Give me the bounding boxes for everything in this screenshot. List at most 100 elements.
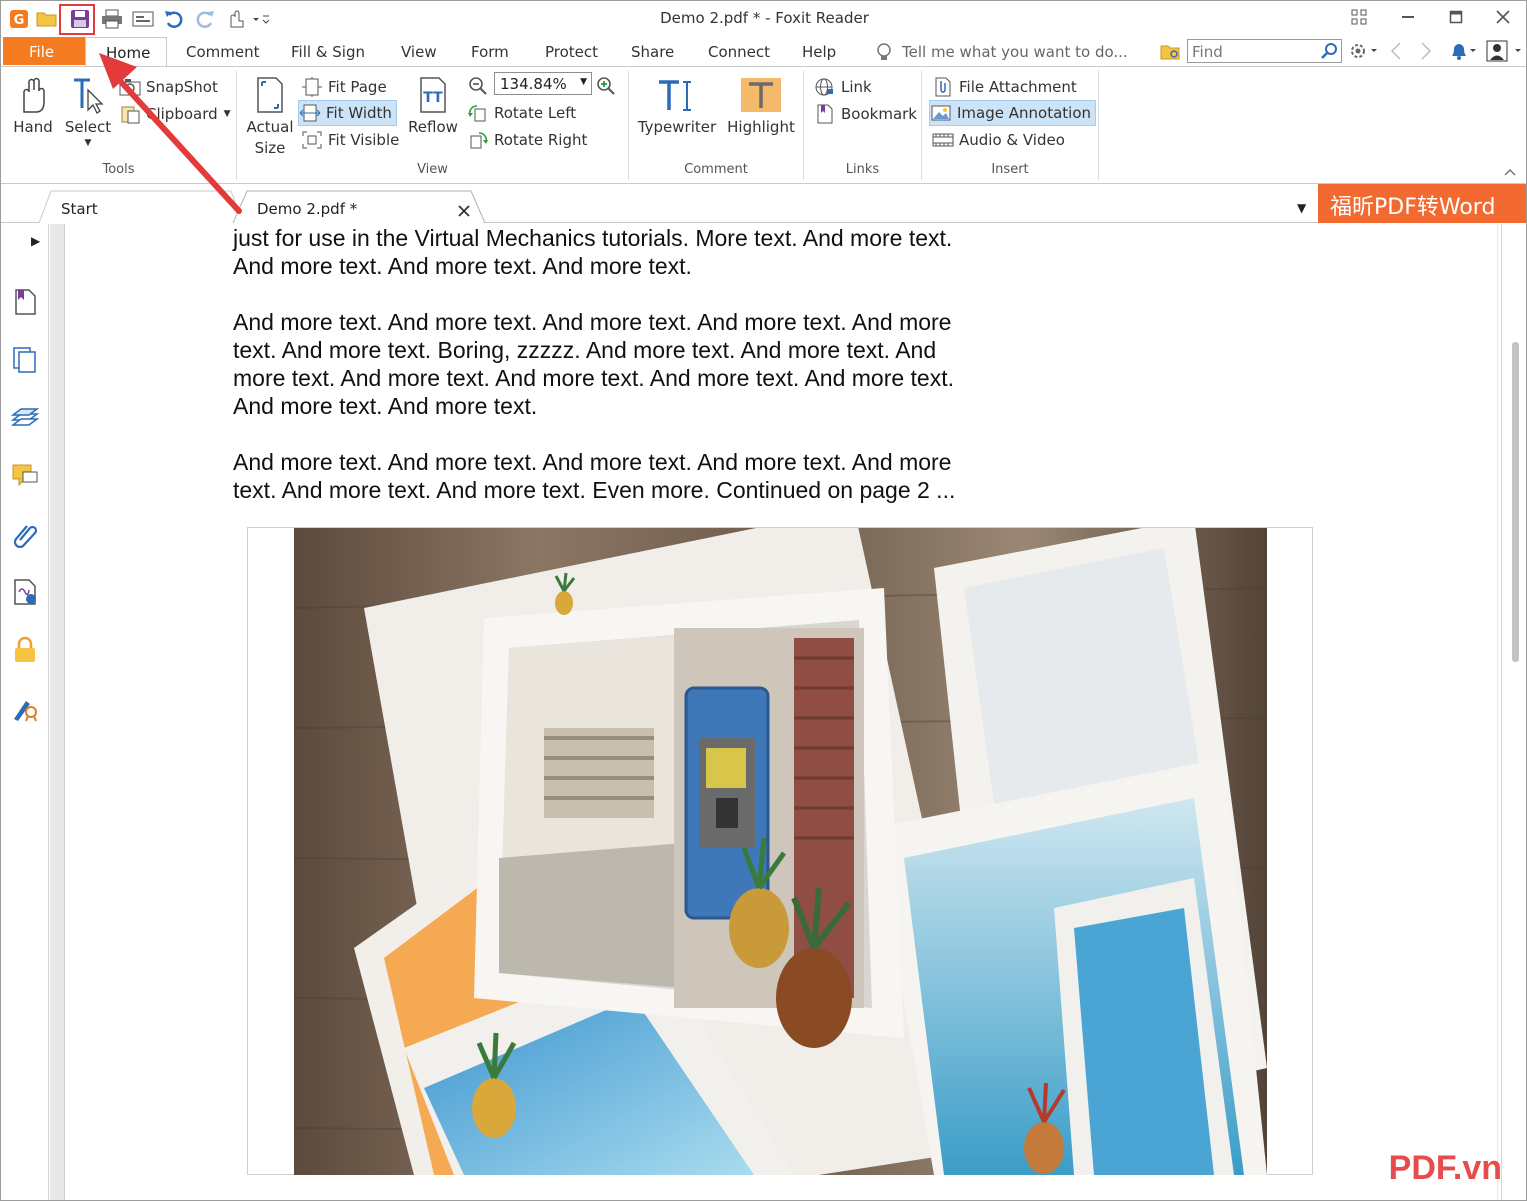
snapshot-label: SnapShot: [146, 78, 218, 96]
image-annotation-label: Image Annotation: [957, 104, 1092, 122]
paragraph-2: And more text. And more text. And more t…: [233, 309, 955, 419]
hand-icon: [23, 77, 45, 113]
reflow-label: Reflow: [408, 118, 458, 136]
fit-page-label: Fit Page: [328, 78, 387, 96]
clipboard-button[interactable]: Clipboard ▼: [119, 102, 235, 126]
user-icon[interactable]: [1486, 40, 1524, 66]
file-tab[interactable]: File: [3, 37, 85, 65]
maximize-icon[interactable]: [1445, 7, 1467, 27]
reflow-button[interactable]: TT Reflow: [405, 76, 461, 138]
close-icon[interactable]: [1492, 7, 1514, 27]
tab-home[interactable]: Home: [85, 37, 167, 67]
actual-size-button[interactable]: Actual Size: [243, 76, 297, 159]
typewriter-button[interactable]: Typewriter: [637, 76, 717, 138]
clipboard-icon: [121, 106, 140, 124]
zoom-out-icon[interactable]: [467, 75, 489, 101]
typewriter-icon: [659, 80, 691, 111]
search-icon[interactable]: [1319, 41, 1339, 65]
next-arrow-icon[interactable]: [1419, 41, 1433, 65]
image-icon: [931, 105, 951, 121]
fit-visible-button[interactable]: Fit Visible: [301, 128, 403, 152]
tab-help[interactable]: Help: [802, 43, 836, 61]
tab-comment[interactable]: Comment: [186, 43, 260, 61]
find-input[interactable]: Find: [1192, 43, 1223, 61]
tools-group-label: Tools: [102, 162, 135, 177]
hand-button[interactable]: Hand: [9, 76, 57, 138]
select-text-icon: [74, 78, 104, 114]
snapshot-button[interactable]: SnapShot: [119, 75, 222, 99]
insert-group-label: Insert: [991, 162, 1029, 177]
pages-icon[interactable]: [11, 346, 39, 374]
svg-text:TT: TT: [423, 90, 443, 106]
rotate-left-button[interactable]: Rotate Left: [467, 101, 580, 125]
tab-document[interactable]: Demo 2.pdf *: [257, 200, 357, 218]
attachment-icon: [935, 77, 951, 97]
fit-visible-icon: [302, 131, 322, 149]
link-button[interactable]: Link: [814, 75, 876, 99]
zoom-in-icon[interactable]: [595, 75, 617, 101]
fit-page-icon: [302, 77, 322, 97]
image-annotation-button[interactable]: Image Annotation: [928, 100, 1097, 126]
document-tab-bar: Start Demo 2.pdf * ▼: [1, 185, 1526, 223]
certify-icon[interactable]: [11, 694, 39, 722]
view-group-label: View: [417, 162, 448, 177]
tab-view[interactable]: View: [401, 43, 437, 61]
select-button[interactable]: Select ▼: [63, 76, 113, 148]
document-view[interactable]: just for use in the Virtual Mechanics tu…: [50, 224, 1498, 1200]
paragraph-3: And more text. And more text. And more t…: [233, 449, 956, 503]
collapse-ribbon-icon[interactable]: [1503, 163, 1517, 182]
close-tab-icon[interactable]: [457, 203, 471, 222]
rotate-left-icon: [468, 105, 486, 122]
scrollbar-thumb[interactable]: [1512, 342, 1519, 662]
image-annotation[interactable]: [247, 527, 1313, 1175]
gear-icon[interactable]: [1348, 41, 1378, 65]
bookmark-icon: [817, 104, 833, 124]
tabs-dropdown-icon[interactable]: ▼: [1297, 201, 1306, 215]
clipboard-label: Clipboard: [146, 105, 218, 123]
rotate-right-label: Rotate Right: [494, 131, 588, 149]
fit-page-button[interactable]: Fit Page: [301, 75, 391, 99]
highlight-label: Highlight: [727, 118, 795, 136]
comment-group-label: Comment: [684, 162, 748, 177]
attachments-icon[interactable]: [11, 520, 39, 549]
file-attachment-button[interactable]: File Attachment: [932, 75, 1081, 99]
lock-icon[interactable]: [11, 636, 39, 664]
zoom-value: 134.84%: [500, 75, 567, 93]
zoom-select[interactable]: 134.84% ▼: [494, 72, 592, 95]
tab-protect[interactable]: Protect: [545, 43, 598, 61]
watermark: PDF.vn: [1388, 1149, 1502, 1187]
typewriter-label: Typewriter: [637, 118, 717, 136]
tab-start[interactable]: Start: [61, 200, 98, 218]
layers-icon[interactable]: [10, 404, 40, 432]
layout-icon[interactable]: [1348, 7, 1370, 27]
film-icon: [932, 133, 954, 147]
window-title: Demo 2.pdf * - Foxit Reader: [660, 9, 869, 27]
expand-panel-icon[interactable]: ▶: [31, 234, 40, 248]
tell-me-input[interactable]: Tell me what you want to do...: [902, 43, 1128, 61]
bell-icon[interactable]: [1448, 41, 1478, 65]
find-box[interactable]: Find: [1187, 39, 1342, 63]
save-highlight-box: [59, 4, 95, 35]
tab-connect[interactable]: Connect: [708, 43, 770, 61]
fit-width-button[interactable]: Fit Width: [298, 100, 397, 126]
prev-arrow-icon[interactable]: [1389, 41, 1403, 65]
select-label: Select: [64, 118, 112, 136]
promo-banner[interactable]: 福昕PDF转Word: [1318, 184, 1526, 223]
search-folder-icon[interactable]: [1160, 42, 1182, 66]
page-thumbnail-icon[interactable]: [11, 288, 39, 316]
links-group: Link Bookmark Links: [804, 70, 922, 180]
rotate-right-button[interactable]: Rotate Right: [467, 128, 591, 152]
audio-video-button[interactable]: Audio & Video: [932, 128, 1069, 152]
highlight-button[interactable]: Highlight: [723, 76, 799, 138]
minimize-icon[interactable]: [1397, 7, 1419, 27]
paragraph-1: just for use in the Virtual Mechanics tu…: [233, 225, 953, 279]
bookmark-button[interactable]: Bookmark: [814, 102, 921, 126]
tab-share[interactable]: Share: [631, 43, 674, 61]
reflow-icon: TT: [420, 77, 446, 113]
tab-fill-sign[interactable]: Fill & Sign: [291, 43, 365, 61]
comments-icon[interactable]: [11, 462, 39, 490]
menu-bar: Comment Fill & Sign View Form Protect Sh…: [1, 37, 1526, 66]
signature-icon[interactable]: [11, 578, 39, 606]
ribbon: Hand Select ▼ SnapShot Clipboard ▼ Tools: [1, 66, 1526, 184]
tab-form[interactable]: Form: [471, 43, 509, 61]
